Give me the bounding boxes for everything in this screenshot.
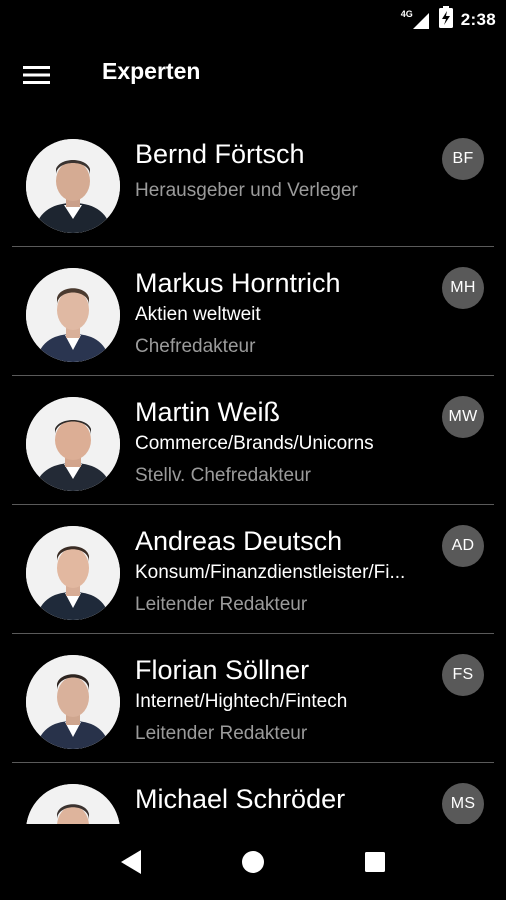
network-type-label: 4G xyxy=(400,8,413,19)
page-title: Experten xyxy=(102,58,201,84)
expert-row-ad[interactable]: Andreas Deutsch Konsum/Finanzdienstleist… xyxy=(0,505,506,634)
status-icons: 4G 2:38 xyxy=(401,6,496,33)
expert-avatar xyxy=(26,784,120,824)
expert-avatar xyxy=(26,655,120,749)
expert-avatar xyxy=(26,526,120,620)
expert-row-fs[interactable]: Florian Söllner Internet/Hightech/Fintec… xyxy=(0,634,506,763)
expert-name: Markus Horntrich xyxy=(135,268,341,298)
back-button[interactable] xyxy=(106,837,156,887)
system-nav-bar xyxy=(0,824,506,900)
recents-button[interactable] xyxy=(350,837,400,887)
expert-avatar xyxy=(26,397,120,491)
expert-initials-badge: MW xyxy=(442,396,484,438)
expert-specialty: Konsum/Finanzdienstleister/Fi... xyxy=(135,562,406,583)
expert-role: Stellv. Chefredakteur xyxy=(135,465,312,486)
expert-role: Leitender Redakteur xyxy=(135,594,308,615)
expert-list: Bernd Förtsch Herausgeber und Verleger B… xyxy=(0,118,506,824)
expert-initials-badge: MS xyxy=(442,783,484,824)
expert-role: Herausgeber und Verleger xyxy=(135,180,358,201)
expert-row-mw[interactable]: Martin Weiß Commerce/Brands/Unicorns Ste… xyxy=(0,376,506,505)
home-circle-icon xyxy=(242,851,264,873)
expert-specialty: Aktien weltweit xyxy=(135,304,261,325)
expert-row-mh[interactable]: Markus Horntrich Aktien weltweit Chefred… xyxy=(0,247,506,376)
expert-initials-badge: BF xyxy=(442,138,484,180)
expert-specialty: Internet/Hightech/Fintech xyxy=(135,691,348,712)
signal-icon: 4G xyxy=(401,9,431,31)
expert-role: Chefredakteur xyxy=(135,336,256,357)
expert-avatar xyxy=(26,139,120,233)
battery-icon xyxy=(438,6,453,33)
status-time: 2:38 xyxy=(460,9,496,29)
status-bar: 4G 2:38 xyxy=(0,0,506,36)
expert-row-ms[interactable]: Michael Schröder MS xyxy=(0,763,506,824)
expert-name: Martin Weiß xyxy=(135,397,281,427)
expert-initials-badge: AD xyxy=(442,525,484,567)
expert-initials-badge: MH xyxy=(442,267,484,309)
expert-name: Andreas Deutsch xyxy=(135,526,343,556)
app-bar: Experten xyxy=(0,36,506,114)
recents-square-icon xyxy=(365,852,385,872)
menu-button[interactable] xyxy=(20,58,54,92)
hamburger-menu-icon xyxy=(23,66,50,84)
expert-initials-badge: FS xyxy=(442,654,484,696)
expert-role: Leitender Redakteur xyxy=(135,723,308,744)
expert-name: Michael Schröder xyxy=(135,784,346,814)
back-triangle-icon xyxy=(121,850,141,874)
expert-row-bf[interactable]: Bernd Förtsch Herausgeber und Verleger B… xyxy=(0,118,506,247)
expert-avatar xyxy=(26,268,120,362)
expert-name: Bernd Förtsch xyxy=(135,139,305,169)
home-button[interactable] xyxy=(228,837,278,887)
expert-specialty: Commerce/Brands/Unicorns xyxy=(135,433,374,454)
expert-name: Florian Söllner xyxy=(135,655,310,685)
